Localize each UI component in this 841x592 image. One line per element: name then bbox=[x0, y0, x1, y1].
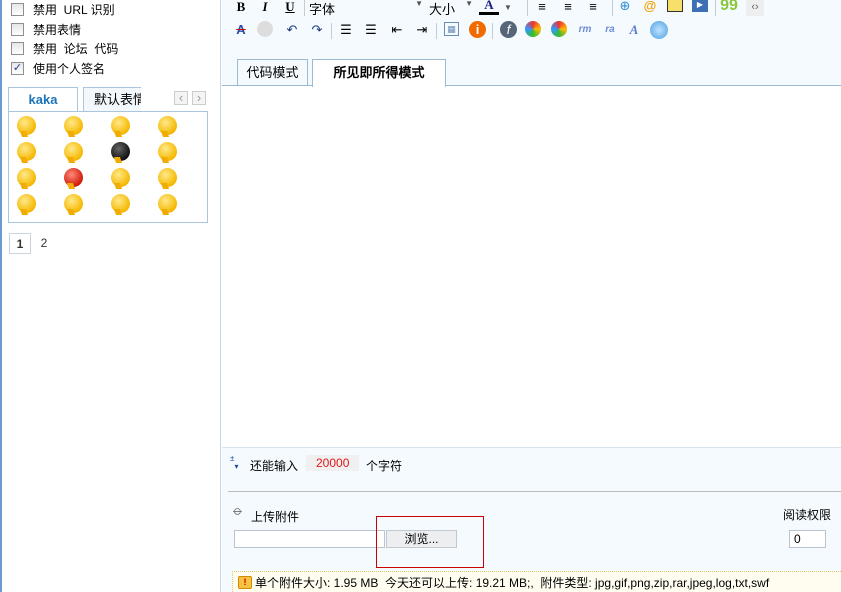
info-icon[interactable]: i bbox=[469, 21, 486, 38]
option-use-signature[interactable]: ✓ 使用个人签名 bbox=[11, 60, 105, 76]
read-permission-input[interactable] bbox=[789, 530, 826, 548]
checkbox[interactable] bbox=[11, 22, 24, 36]
smiley-icon[interactable] bbox=[64, 116, 83, 135]
prev-icon[interactable]: ‹ bbox=[174, 91, 188, 105]
italic-button[interactable]: I bbox=[256, 0, 274, 16]
file-path-input[interactable] bbox=[234, 530, 385, 548]
smilies-grid bbox=[8, 111, 208, 223]
smiley-icon[interactable] bbox=[17, 142, 36, 161]
page-2[interactable]: 2 bbox=[33, 233, 55, 254]
smiley-icon[interactable] bbox=[111, 168, 130, 187]
browse-button[interactable]: 浏览... bbox=[386, 530, 457, 548]
unordered-list-icon[interactable]: ☰ bbox=[362, 21, 380, 39]
smiley-icon[interactable] bbox=[64, 194, 83, 213]
char-count-remaining: 20000 bbox=[306, 455, 360, 471]
editor-content-area[interactable] bbox=[222, 85, 841, 448]
link-icon[interactable]: ⊕ bbox=[616, 0, 634, 15]
chevron-down-icon: ▼ bbox=[465, 0, 473, 8]
underline-button[interactable]: U bbox=[281, 0, 299, 16]
paperclip-icon: ⌀ bbox=[230, 502, 247, 519]
smiley-icon[interactable] bbox=[17, 194, 36, 213]
font-color-button[interactable]: A bbox=[479, 0, 499, 15]
wma-icon[interactable] bbox=[551, 21, 567, 37]
smiley-icon[interactable] bbox=[64, 142, 83, 161]
flash-icon[interactable]: f bbox=[500, 21, 517, 38]
upload-label: 上传附件 bbox=[251, 510, 300, 524]
ordered-list-icon[interactable]: ☰ bbox=[337, 21, 355, 39]
char-count-suffix: 个字符 bbox=[366, 459, 403, 473]
font-style-icon[interactable]: A bbox=[625, 21, 643, 39]
smiley-icon[interactable] bbox=[158, 194, 177, 213]
option-disable-bbcode[interactable]: 禁用 论坛 代码 bbox=[11, 40, 118, 56]
size-select[interactable]: 大小 ▼ bbox=[429, 0, 474, 17]
option-disable-smilies[interactable]: 禁用表情 bbox=[11, 21, 81, 37]
smiley-icon[interactable] bbox=[158, 168, 177, 187]
wmv-icon[interactable] bbox=[525, 21, 541, 37]
color-dropdown-icon[interactable]: ▼ bbox=[499, 0, 517, 17]
media-icon[interactable]: ▶ bbox=[692, 0, 708, 12]
attachment-info-bar: ! 单个附件大小: 1.95 MB 今天还可以上传: 19.21 MB;, 附件… bbox=[232, 571, 841, 592]
quote-icon[interactable]: 99 bbox=[720, 0, 738, 15]
read-permission-label: 阅读权限 bbox=[783, 508, 832, 522]
next-icon[interactable]: › bbox=[192, 91, 206, 105]
smilies-tabs: kaka 默认表情 ‹ › bbox=[8, 87, 208, 113]
smiley-icon[interactable] bbox=[17, 168, 36, 187]
checkbox[interactable] bbox=[11, 41, 24, 55]
smiley-icon[interactable] bbox=[257, 21, 273, 37]
align-left-icon[interactable]: ≡ bbox=[533, 0, 551, 16]
smiley-icon[interactable] bbox=[111, 194, 130, 213]
code-icon[interactable]: ‹› bbox=[746, 0, 764, 16]
checkbox[interactable] bbox=[11, 2, 24, 16]
editor-panel: B I U 字体 ▼ 大小 ▼ A ▼ ≡ ≡ ≡ ⊕ @ ▶ 99 ‹› A ↶ … bbox=[222, 0, 841, 592]
warning-icon: ! bbox=[238, 575, 252, 589]
tab-kaka[interactable]: kaka bbox=[8, 87, 78, 113]
image-icon[interactable] bbox=[667, 0, 683, 12]
smiley-icon[interactable] bbox=[158, 142, 177, 161]
tab-wysiwyg-mode[interactable]: 所见即所得模式 bbox=[312, 59, 446, 87]
cloud-icon[interactable] bbox=[650, 21, 668, 39]
smiley-icon[interactable] bbox=[64, 168, 83, 187]
smiley-icon[interactable] bbox=[17, 116, 36, 135]
smiley-icon[interactable] bbox=[111, 116, 130, 135]
undo-icon[interactable]: ↶ bbox=[283, 21, 301, 39]
smiley-icon[interactable] bbox=[158, 116, 177, 135]
smiley-icon[interactable] bbox=[111, 142, 130, 161]
table-icon[interactable]: ▦ bbox=[444, 22, 459, 36]
options-sidebar: 禁用 URL 识别 禁用表情 禁用 论坛 代码 ✓ 使用个人签名 kaka 默认表… bbox=[0, 0, 221, 592]
email-icon[interactable]: @ bbox=[641, 0, 659, 15]
outdent-icon[interactable]: ⇤ bbox=[388, 21, 406, 39]
tab-default-smilies[interactable]: 默认表情 bbox=[83, 87, 141, 112]
font-select[interactable]: 字体 ▼ bbox=[309, 0, 425, 17]
divider bbox=[228, 491, 841, 492]
tab-code-mode[interactable]: 代码模式 bbox=[237, 59, 308, 86]
ra-icon[interactable]: ra bbox=[601, 21, 619, 39]
char-count-prefix: 还能输入 bbox=[250, 459, 299, 473]
resize-icon[interactable]: ± ▾ bbox=[230, 455, 246, 473]
chevron-down-icon: ▼ bbox=[415, 0, 423, 8]
remove-format-icon[interactable]: A bbox=[232, 21, 250, 39]
indent-icon[interactable]: ⇥ bbox=[413, 21, 431, 39]
checkbox-checked[interactable]: ✓ bbox=[11, 61, 24, 75]
align-center-icon[interactable]: ≡ bbox=[559, 0, 577, 16]
option-disable-url[interactable]: 禁用 URL 识别 bbox=[11, 1, 115, 17]
rm-icon[interactable]: rm bbox=[576, 21, 594, 39]
attachment-info-text: 单个附件大小: 1.95 MB 今天还可以上传: 19.21 MB;, 附件类型… bbox=[255, 575, 770, 590]
bold-button[interactable]: B bbox=[232, 0, 250, 16]
align-right-icon[interactable]: ≡ bbox=[584, 0, 602, 16]
redo-icon[interactable]: ↷ bbox=[308, 21, 326, 39]
page-1[interactable]: 1 bbox=[9, 233, 31, 254]
